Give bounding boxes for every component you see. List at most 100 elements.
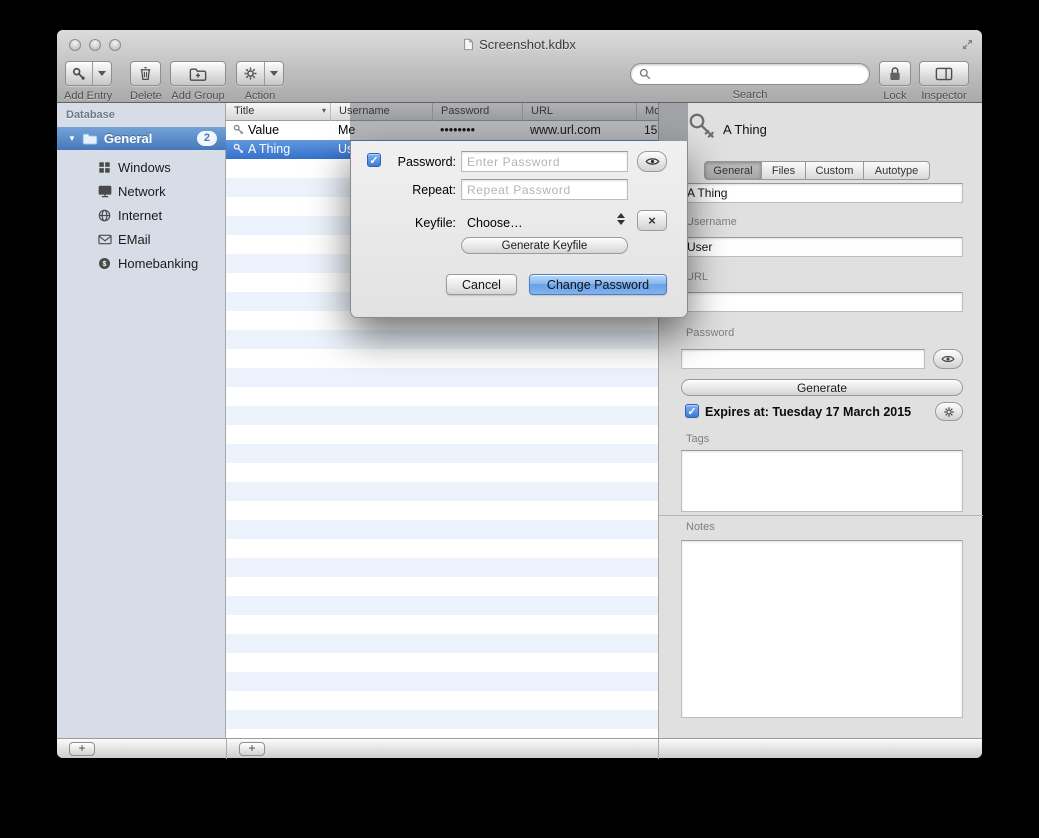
envelope-icon [97,234,112,245]
toolbar-item-add-group: Add Group [170,61,226,102]
chevron-down-icon [98,71,106,76]
tab-files[interactable]: Files [762,161,806,180]
search-input[interactable] [656,67,861,81]
sheet-repeat-label: Repeat: [386,183,456,197]
password-field[interactable] [681,349,925,369]
notes-field[interactable] [681,540,963,718]
sidebar-add-button[interactable]: + [69,742,95,756]
generate-button[interactable]: Generate [681,379,963,396]
tags-field[interactable] [681,450,963,512]
toolbar-item-lock: Lock [879,61,911,102]
titlebar: Screenshot.kdbx [57,37,982,52]
windows-icon [97,161,112,174]
add-entry-dropdown[interactable] [92,62,111,85]
sidebar-item-homebanking[interactable]: $ Homebanking [57,251,226,275]
title-field[interactable] [681,183,963,203]
sidebar-item-label: Homebanking [118,256,198,271]
sidebar-item-network[interactable]: Network [57,179,226,203]
search-icon [639,68,651,80]
globe-icon [97,209,112,222]
delete-label: Delete [130,90,162,102]
tags-label: Tags [686,433,709,445]
sheet-keyfile-label: Keyfile: [386,216,456,230]
fullscreen-icon[interactable] [961,38,974,51]
eye-icon [645,156,660,167]
toolbar-item-inspector: Inspector [919,61,969,102]
sidebar-group-label: General [104,131,197,146]
sidebar-group-general[interactable]: ▼ General 2 [57,127,226,150]
delete-button[interactable] [130,61,161,86]
action-label: Action [245,90,276,102]
window-title: Screenshot.kdbx [479,37,576,52]
divider [658,739,659,759]
lock-icon [888,66,902,82]
popup-stepper-icon[interactable] [617,213,625,225]
chevron-down-icon [270,71,278,76]
toolbar-item-action: Action [236,61,284,102]
sidebar-item-label: Network [118,184,166,199]
sidebar-section-header: Database [66,109,115,121]
username-field[interactable] [681,237,963,257]
folder-icon [82,132,98,145]
tab-autotype[interactable]: Autotype [864,161,930,180]
sidebar-item-label: EMail [118,232,151,247]
cancel-button[interactable]: Cancel [446,274,517,295]
add-group-label: Add Group [171,90,224,102]
add-entry-button[interactable] [65,61,112,86]
clear-keyfile-button[interactable]: × [637,210,667,231]
sheet-show-password-button[interactable] [637,151,667,172]
window-chrome: Screenshot.kdbx Add Entry [57,30,982,103]
sheet-password-checkbox[interactable]: ✓ [367,153,381,167]
key-icon [66,62,92,85]
sheet-top-shade [350,103,688,141]
search-box[interactable] [630,63,870,85]
sort-indicator-icon: ▾ [322,106,326,115]
change-password-sheet: ✓ Password: Repeat: Keyfile: Choose… × G… [350,103,688,318]
sidebar-item-email[interactable]: EMail [57,227,226,251]
monitor-icon [97,185,112,198]
keyfile-popup[interactable]: Choose… [467,216,523,230]
svg-text:$: $ [103,260,107,268]
sidebar-item-windows[interactable]: Windows [57,155,226,179]
disclosure-triangle-icon[interactable]: ▼ [68,134,76,143]
tab-custom[interactable]: Custom [806,161,864,180]
add-entry-label: Add Entry [64,90,112,102]
tab-general[interactable]: General [704,161,762,180]
sheet-repeat-input[interactable] [461,179,628,200]
eye-icon [941,354,955,364]
toolbar-item-delete: Delete [130,61,162,102]
notes-label: Notes [686,521,715,533]
key-icon [687,111,717,141]
expires-checkbox[interactable]: ✓ [685,404,699,418]
entry-title: A Thing [248,142,290,156]
expires-label: Expires at: Tuesday 17 March 2015 [705,405,911,419]
sheet-password-input[interactable] [461,151,628,172]
url-label: URL [686,271,708,283]
key-icon [233,143,244,154]
add-group-button[interactable] [170,61,226,86]
dollar-coin-icon: $ [97,257,112,270]
sidebar-item-label: Internet [118,208,162,223]
inspector-panel-icon [935,67,953,81]
search-label: Search [733,89,768,101]
lock-button[interactable] [879,61,911,86]
inspector-button[interactable] [919,61,969,86]
entry-add-button[interactable]: + [239,742,265,756]
sidebar-item-internet[interactable]: Internet [57,203,226,227]
inspector-panel: A Thing General Files Custom Autotype Us… [658,103,982,738]
generate-keyfile-button[interactable]: Generate Keyfile [461,237,628,254]
action-dropdown[interactable] [264,62,283,85]
expires-gear-button[interactable] [935,402,963,421]
gear-icon [237,62,264,85]
action-button[interactable] [236,61,284,86]
show-password-button[interactable] [933,349,963,369]
divider [226,739,227,759]
toolbar-item-add-entry: Add Entry [64,61,112,102]
sidebar: Database ▼ General 2 Windows Network [57,103,226,738]
key-icon [233,124,244,135]
column-header-title[interactable]: Title▾ [226,103,330,121]
inspector-entry-title: A Thing [723,122,767,137]
gear-icon [943,406,955,418]
change-password-button[interactable]: Change Password [529,274,667,295]
url-field[interactable] [681,292,963,312]
